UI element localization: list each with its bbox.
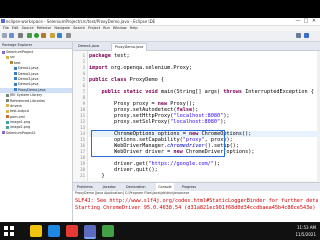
menu-run[interactable]: Run (103, 26, 110, 30)
tree-item-label: Referenced Libraries (10, 98, 45, 103)
tab-demo4[interactable]: Demo4.java (75, 43, 102, 50)
menu-refactor[interactable]: Refactor (37, 26, 52, 30)
package-tree: SeleniumProject src test Demo1.java Demo2.ja… (0, 50, 72, 136)
image-file-icon (6, 120, 9, 124)
folder-icon (6, 109, 9, 113)
settings-icon[interactable] (18, 33, 23, 38)
clock-date: 11/5/2021 (295, 232, 316, 237)
tab-proxydemo[interactable]: ProxyDemo.java (111, 43, 148, 51)
console-panel: ProxyDemo [Java Application] C:\Program … (73, 191, 320, 222)
project-icon (2, 131, 5, 135)
menu-search[interactable]: Search (73, 26, 85, 30)
system-tray: 11:53 AM 11/5/2021 (295, 224, 316, 238)
tree-item-label: image2.png (10, 125, 31, 130)
tree-item-label: JRE System Library (10, 93, 43, 98)
eclipse-icon (1, 19, 5, 23)
folder-icon (6, 104, 9, 108)
library-icon (6, 99, 9, 103)
maximize-button[interactable]: □ (302, 18, 310, 25)
code-line[interactable]: } (89, 173, 318, 179)
menu-project[interactable]: Project (88, 26, 100, 30)
tree-item-label: drivers (10, 103, 22, 108)
code-token: } (89, 173, 105, 179)
library-icon (6, 93, 9, 97)
tab-javadoc[interactable]: Javadoc (101, 183, 118, 191)
java-file-icon (14, 72, 17, 76)
menu-window[interactable]: Window (113, 26, 127, 30)
debug-icon[interactable] (27, 33, 32, 38)
tree-item-label: src (10, 55, 15, 60)
taskbar: 11:53 AM 11/5/2021 (0, 222, 320, 240)
java-file-icon (14, 82, 17, 86)
open-perspective-icon[interactable] (296, 33, 301, 38)
java-perspective-icon[interactable] (304, 33, 309, 38)
tab-declaration[interactable]: Declaration (124, 183, 148, 191)
tree-item-label: Demo2.java (18, 71, 39, 76)
line-number-gutter: 1 2 3 4 5 6 7 8 9 10 11 12 13 14 15 16 17 18 19 20 21 (73, 51, 88, 181)
tree-item-label: Demo4.java (18, 82, 39, 87)
menu-navigate[interactable]: Navigate (54, 26, 70, 30)
tree-item-label: SeleniumProject2 (6, 130, 36, 135)
tab-console[interactable]: Console (156, 183, 174, 191)
desktop-screen: eclipse-workspace - SeleniumProject/src/… (0, 0, 320, 240)
tree-item[interactable]: SeleniumProject2 (0, 131, 72, 136)
toolbar (0, 31, 320, 42)
console-line-2: Starting ChromeDriver 95.0.4638.54 (d31a… (75, 205, 316, 211)
eclipse-taskbar-icon[interactable] (84, 225, 96, 239)
tree-item-label: pom.xml (10, 114, 25, 119)
run-icon[interactable] (34, 33, 39, 38)
tree-item-label: Demo1.java (18, 66, 39, 71)
new-java-class-icon[interactable] (57, 33, 62, 38)
menu-edit[interactable]: Edit (12, 26, 19, 30)
menu-help[interactable]: Help (130, 26, 138, 30)
tree-item-label: test-output (10, 109, 29, 114)
eclipse-window: eclipse-workspace - SeleniumProject/src/… (0, 18, 320, 222)
start-button[interactable] (4, 226, 14, 236)
tab-problems[interactable]: Problems (75, 183, 95, 191)
tree-item-label: Demo3.java (18, 76, 39, 81)
console-header: ProxyDemo [Java Application] C:\Program … (75, 191, 190, 195)
chrome-icon[interactable] (66, 225, 78, 237)
java-file-icon (14, 88, 17, 92)
editor-tab-bar: Demo4.java ProxyDemo.java (73, 42, 320, 51)
folder-icon (6, 55, 9, 59)
minimize-button[interactable]: — (294, 18, 302, 25)
tab-progress[interactable]: Progress (180, 183, 198, 191)
java-file-icon (14, 66, 17, 70)
notepad-icon[interactable] (102, 225, 114, 237)
image-file-icon (6, 125, 9, 129)
package-icon (10, 61, 13, 65)
window-title: eclipse-workspace - SeleniumProject/src/… (6, 19, 156, 24)
menu-source[interactable]: Source (22, 26, 34, 30)
code-area[interactable]: package test; import org.openqa.selenium.… (89, 51, 320, 181)
package-explorer-tab-label: Package Explorer (2, 43, 33, 47)
code-editor[interactable]: 1 2 3 4 5 6 7 8 9 10 11 12 13 14 15 16 17 18 19 20 21 packag… (73, 51, 320, 181)
clock-time: 11:53 AM (297, 225, 316, 230)
file-explorer-icon[interactable] (30, 225, 42, 237)
java-file-icon (14, 77, 17, 81)
tree-item-label: image1.png (10, 120, 31, 125)
console-line-1: SLF4J: See http://www.slf4j.org/codes.ht… (75, 198, 318, 204)
tree-item-label: test (14, 60, 21, 65)
tree-item-label: SeleniumProject (6, 50, 34, 54)
close-button[interactable]: ✕ (310, 18, 318, 25)
external-tools-icon[interactable] (41, 33, 46, 38)
project-icon (2, 50, 5, 54)
menu-file[interactable]: File (3, 26, 9, 30)
title-bar: eclipse-workspace - SeleniumProject/src/… (0, 18, 320, 26)
package-explorer-panel: Package Explorer SeleniumProject src test D… (0, 42, 73, 222)
xml-file-icon (6, 115, 9, 119)
new-java-package-icon[interactable] (50, 33, 55, 38)
window-controls: — □ ✕ (294, 18, 318, 25)
save-icon[interactable] (9, 33, 14, 38)
line-number: 21 (80, 173, 85, 178)
edge-icon[interactable] (48, 225, 60, 237)
new-icon[interactable] (2, 33, 7, 38)
tree-item-label: ProxyDemo.java (18, 87, 46, 92)
package-explorer-tab[interactable]: Package Explorer (0, 42, 72, 49)
search-icon[interactable] (66, 33, 71, 38)
